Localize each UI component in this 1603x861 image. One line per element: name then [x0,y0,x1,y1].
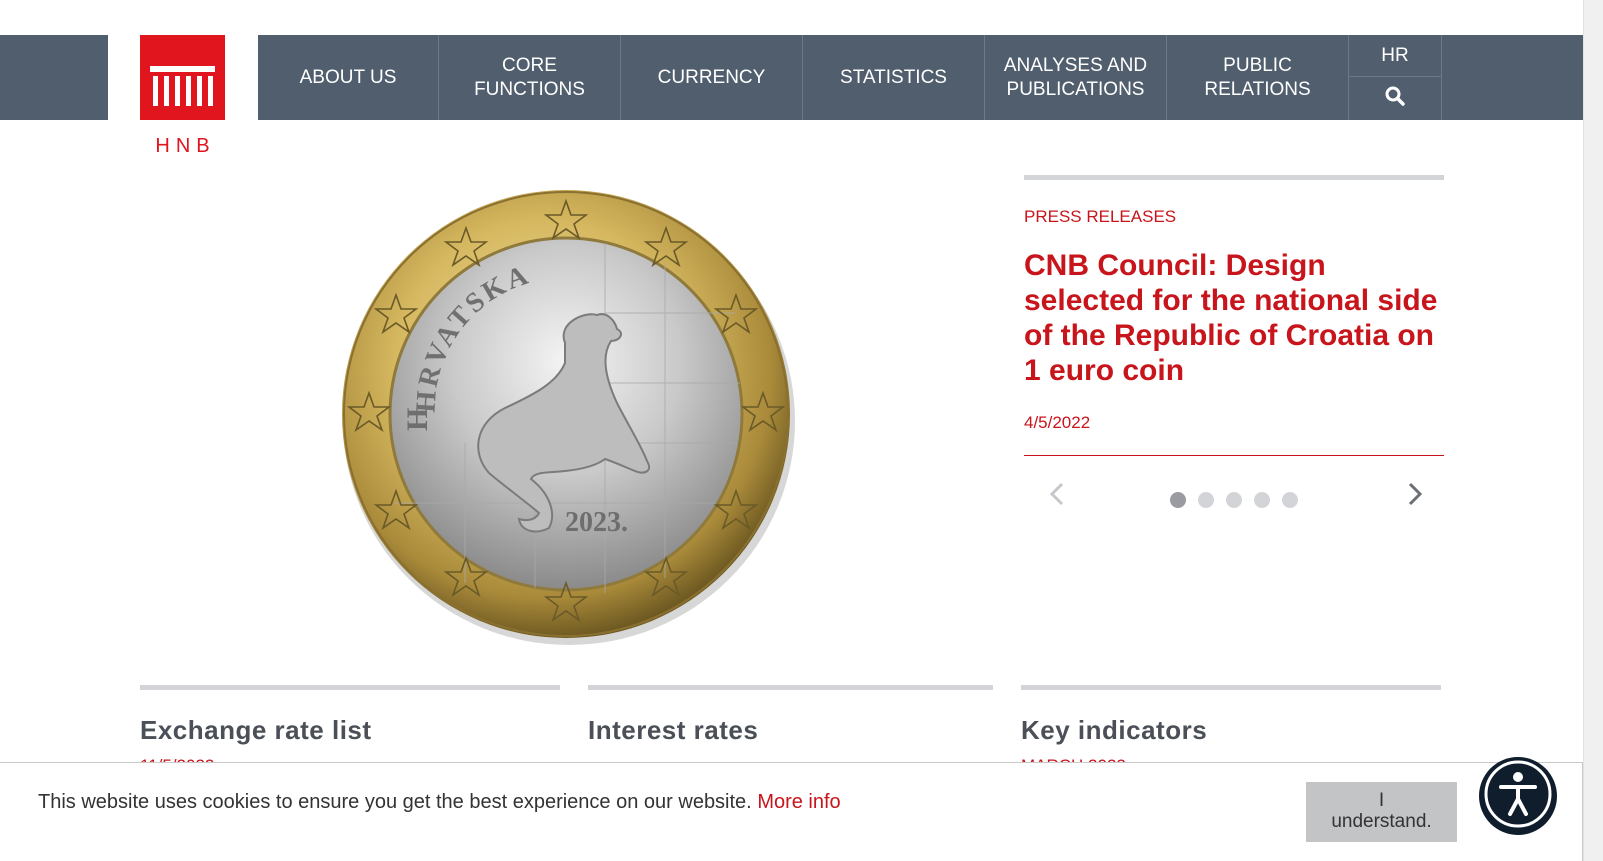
logo-columns-icon [140,35,225,120]
slider-dot-1[interactable] [1170,492,1186,508]
accessibility-button[interactable] [1479,757,1557,835]
interest-rates-title[interactable]: Interest rates [588,715,993,746]
search-icon [1385,86,1405,111]
slider-next-button[interactable] [1402,478,1428,510]
chevron-right-icon [1408,482,1423,506]
logo-text: HNB [155,135,216,157]
exchange-rate-title[interactable]: Exchange rate list [140,715,560,746]
cookie-banner: This website uses cookies to ensure you … [0,762,1583,861]
cookie-accept-label-2: understand. [1331,811,1432,832]
coin-year: 2023. [565,507,628,538]
nav-public-relations-label: PUBLIC RELATIONS [1204,54,1311,100]
cookie-more-info-link[interactable]: More info [757,791,840,813]
nav-analyses-label: ANALYSES AND PUBLICATIONS [1003,54,1148,100]
section-divider [140,685,560,690]
nav-currency[interactable]: CURRENCY [621,35,803,120]
nav-analyses-publications[interactable]: ANALYSES AND PUBLICATIONS [985,35,1167,120]
slider-dot-5[interactable] [1282,492,1298,508]
main-menu: ABOUT US CORE FUNCTIONS CURRENCY STATIST… [258,35,1442,120]
accessibility-icon [1483,759,1553,834]
press-release-slider: PRESS RELEASES CNB Council: Design selec… [1024,175,1444,516]
euro-coin-image: H HRVATSKA 2023. [335,183,797,645]
nav-public-relations[interactable]: PUBLIC RELATIONS [1167,35,1349,120]
section-divider [1021,685,1441,690]
page: HNB ABOUT US CORE FUNCTIONS CURRENCY STA… [0,0,1603,861]
page-scrollbar[interactable] [1583,0,1603,861]
nav-core-functions-label: CORE FUNCTIONS [474,54,585,100]
cookie-accept-label-1: I [1378,790,1385,811]
press-title-link[interactable]: CNB Council: Design selected for the nat… [1024,248,1444,388]
language-switch-hr[interactable]: HR [1349,35,1441,77]
nav-tools: HR [1349,35,1442,120]
key-indicators-title[interactable]: Key indicators [1021,715,1441,746]
slider-dot-2[interactable] [1198,492,1214,508]
section-interest-rates: Interest rates [588,685,993,756]
nav-about-us[interactable]: ABOUT US [258,35,439,120]
cookie-text: This website uses cookies to ensure you … [38,791,752,813]
chevron-left-icon [1049,482,1064,506]
press-category-link[interactable]: PRESS RELEASES [1024,207,1444,227]
slider-controls [1024,456,1444,516]
slider-dots [1170,492,1298,508]
slider-dot-4[interactable] [1254,492,1270,508]
press-top-divider [1024,175,1444,180]
nav-statistics[interactable]: STATISTICS [803,35,985,120]
section-divider [588,685,993,690]
press-date: 4/5/2022 [1024,413,1091,432]
hnb-logo[interactable]: HNB [140,35,225,157]
slider-dot-3[interactable] [1226,492,1242,508]
search-button[interactable] [1349,77,1441,120]
cookie-accept-button[interactable]: I understand. [1306,782,1457,842]
nav-core-functions[interactable]: CORE FUNCTIONS [439,35,621,120]
slider-prev-button[interactable] [1044,478,1070,510]
cookie-message: This website uses cookies to ensure you … [38,791,841,814]
